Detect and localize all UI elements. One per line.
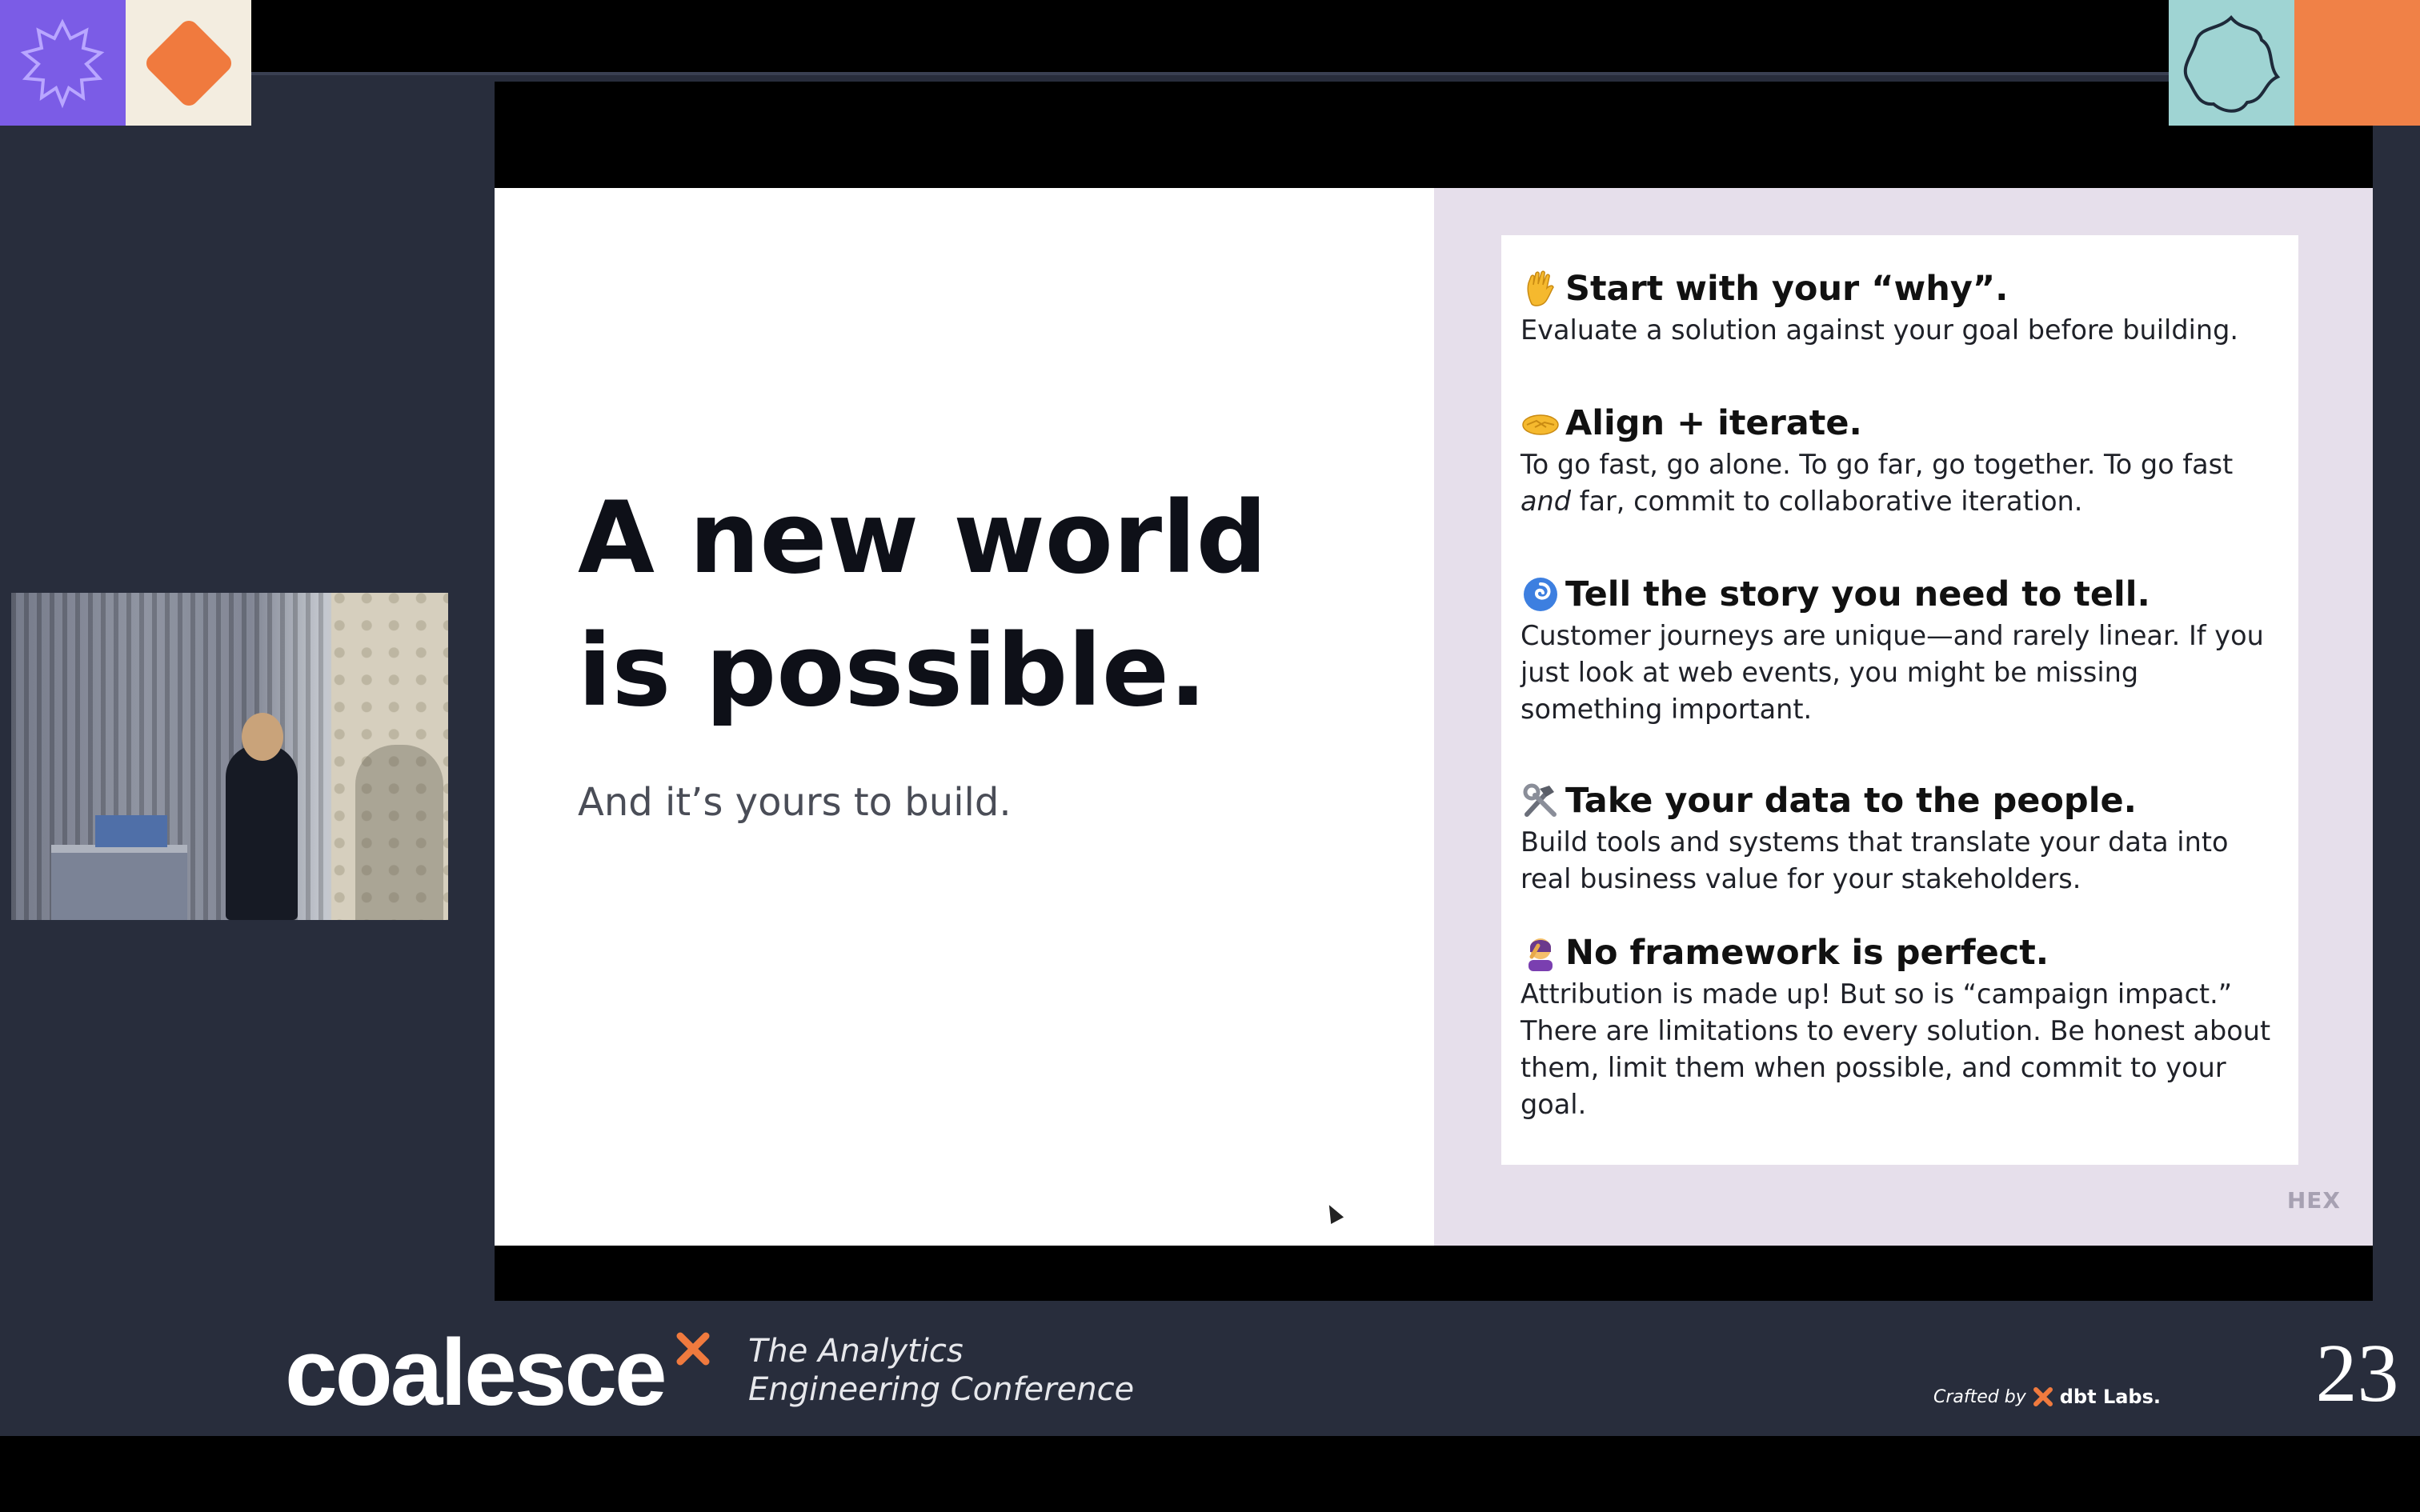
- principle-title: Align + iterate.: [1565, 403, 1862, 443]
- speaker-camera-feed: [11, 593, 448, 920]
- coalesce-x-icon: [676, 1332, 710, 1366]
- principle-item: Start with your “why”. Evaluate a soluti…: [1521, 266, 2279, 349]
- speaker-head: [242, 713, 283, 761]
- principle-body: Evaluate a solution against your goal be…: [1521, 314, 2239, 346]
- crafted-by-credit: Crafted by dbt Labs.: [1933, 1386, 2161, 1408]
- principle-item: Take your data to the people. Build tool…: [1521, 778, 2279, 898]
- principle-item: Align + iterate. To go fast, go alone. T…: [1521, 400, 2279, 520]
- principle-title: Take your data to the people.: [1565, 781, 2137, 821]
- speaker-shadow: [355, 745, 443, 920]
- laptop: [95, 815, 167, 847]
- principle-body: To go fast, go alone. To go far, go toge…: [1521, 449, 2234, 517]
- stage-divider: [0, 72, 2420, 75]
- crafted-by-label: Crafted by: [1933, 1386, 2026, 1407]
- orange-tile: [2294, 0, 2420, 126]
- cyclone-icon: [1521, 574, 1561, 614]
- cream-tile: [126, 0, 251, 126]
- tagline-line-1: The Analytics: [748, 1333, 964, 1370]
- dbt-logo-icon: [2033, 1387, 2053, 1406]
- coalesce-logo: coalesce: [285, 1320, 667, 1426]
- raised-hand-icon: [1521, 269, 1561, 309]
- slide-right-panel: Start with your “why”. Evaluate a soluti…: [1434, 188, 2373, 1246]
- principles-card: Start with your “why”. Evaluate a soluti…: [1501, 235, 2298, 1165]
- speaker: [226, 745, 298, 920]
- hex-logo: HEX: [2286, 1187, 2341, 1214]
- principle-body: Build tools and systems that translate y…: [1521, 826, 2229, 894]
- podium: [51, 845, 187, 920]
- dbt-labs-label: dbt Labs.: [2059, 1386, 2162, 1408]
- burst-icon: [20, 18, 105, 109]
- headline-line-2: is possible.: [578, 614, 1208, 729]
- headline-line-1: A new world: [578, 481, 1268, 596]
- tagline-line-2: Engineering Conference: [748, 1371, 1135, 1408]
- slide-subheadline: And it’s yours to build.: [578, 780, 1012, 825]
- slide-headline: A new world is possible.: [578, 472, 1410, 738]
- wavy-star-icon: [2183, 14, 2281, 113]
- hammer-wrench-icon: [1521, 781, 1561, 821]
- teal-tile: [2169, 0, 2294, 126]
- principle-title: No framework is perfect.: [1565, 933, 2049, 973]
- principle-title: Start with your “why”.: [1565, 269, 2009, 309]
- principle-item: No framework is perfect. Attribution is …: [1521, 930, 2279, 1123]
- presentation-slide: A new world is possible. And it’s yours …: [495, 188, 2373, 1246]
- principle-item: Tell the story you need to tell. Custome…: [1521, 571, 2279, 728]
- principle-body: Attribution is made up! But so is “campa…: [1521, 978, 2271, 1120]
- diamond-icon: [146, 20, 232, 106]
- purple-tile: [0, 0, 126, 126]
- conference-year: 23: [2315, 1327, 2399, 1419]
- principle-body: Customer journeys are unique—and rarely …: [1521, 620, 2264, 725]
- principle-title: Tell the story you need to tell.: [1565, 574, 2150, 614]
- slide-left-panel: A new world is possible. And it’s yours …: [495, 188, 1434, 1246]
- handshake-icon: [1521, 403, 1561, 443]
- conference-tagline: The Analytics Engineering Conference: [748, 1332, 1134, 1409]
- person-facepalm-icon: [1521, 933, 1561, 973]
